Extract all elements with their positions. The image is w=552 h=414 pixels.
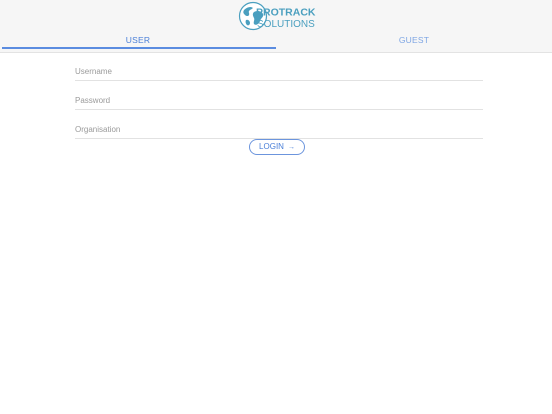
tab-bar: USER GUEST <box>0 33 552 52</box>
logo-text-line2: SOLUTIONS <box>257 19 315 30</box>
protrack-logo: PROTRACK SOLUTIONS <box>238 1 318 33</box>
organisation-field-row <box>75 118 483 139</box>
organisation-input[interactable] <box>75 121 483 137</box>
login-form <box>75 60 483 147</box>
active-tab-indicator <box>2 47 276 49</box>
login-screen: PROTRACK SOLUTIONS USER GUEST LOGIN→ <box>0 0 552 414</box>
login-button-label: LOGIN <box>259 141 284 151</box>
globe-logo-icon: PROTRACK SOLUTIONS <box>238 1 316 31</box>
username-field-row <box>75 60 483 81</box>
password-field-row <box>75 89 483 110</box>
tab-guest[interactable]: GUEST <box>276 33 552 50</box>
logo-text-line1: PROTRACK <box>256 7 316 19</box>
login-button[interactable]: LOGIN → <box>249 139 305 155</box>
password-input[interactable] <box>75 92 483 108</box>
username-input[interactable] <box>75 63 483 79</box>
header: PROTRACK SOLUTIONS USER GUEST <box>0 0 552 53</box>
arrow-right-icon: → <box>287 143 295 151</box>
